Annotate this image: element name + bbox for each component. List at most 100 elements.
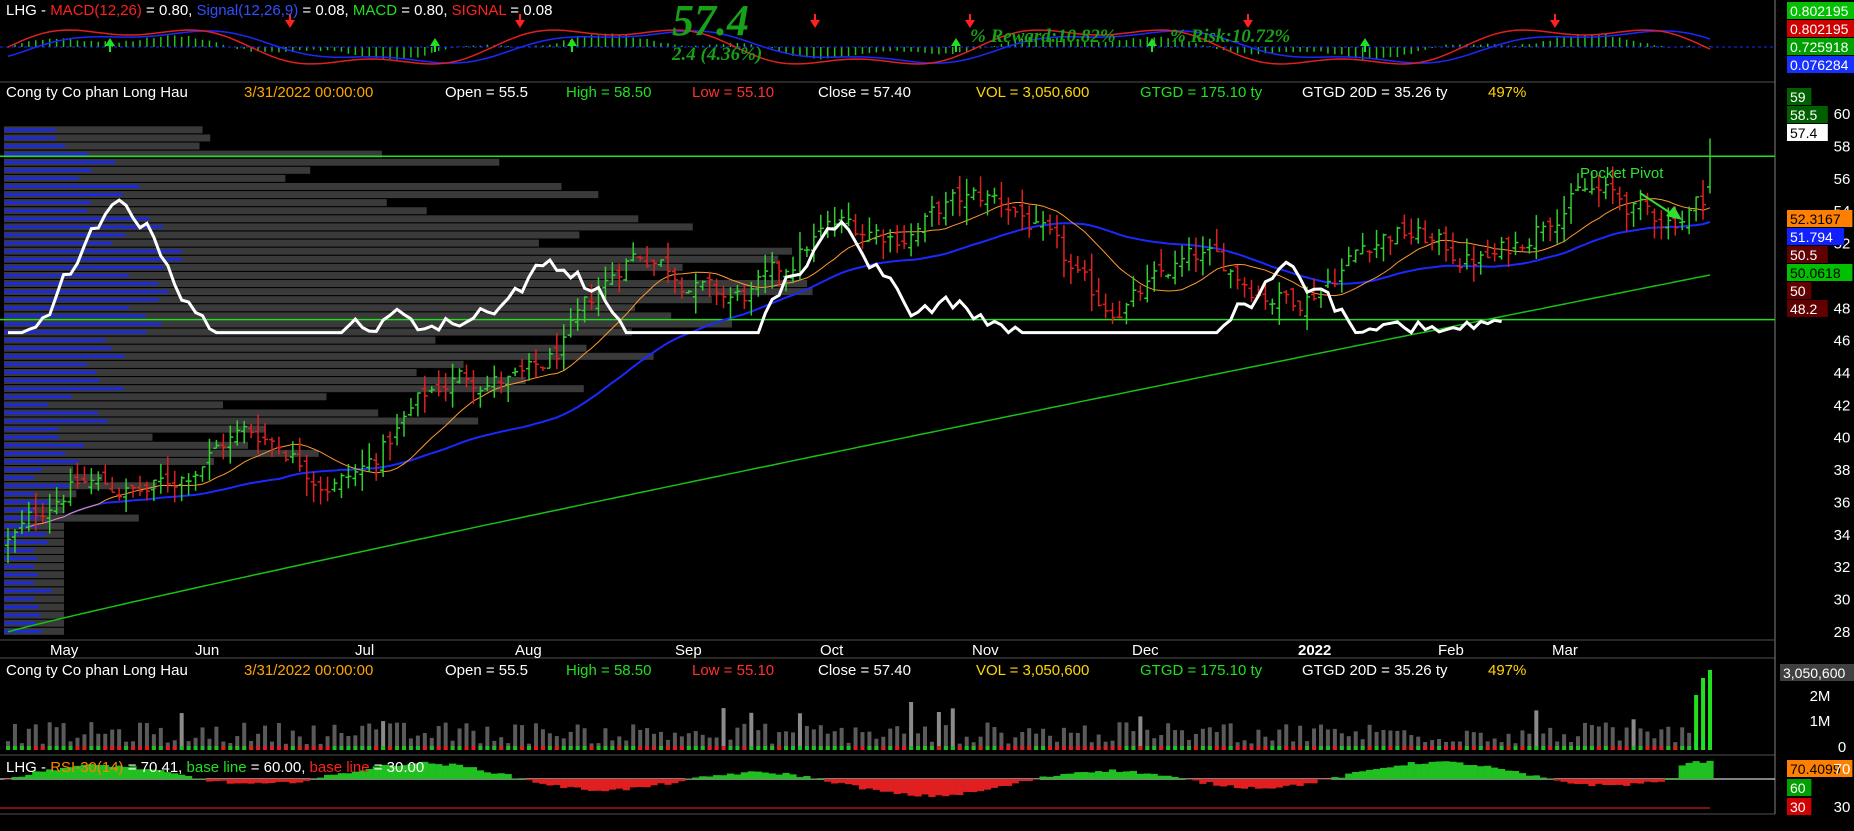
- volume-bar-base: [568, 746, 573, 750]
- rsi-area-segment: [1400, 765, 1408, 779]
- rsi-area-segment: [622, 779, 630, 791]
- rsi-area-segment: [455, 764, 464, 779]
- rsi-area-segment: [1463, 765, 1471, 779]
- rsi-area-segment: [11, 777, 19, 779]
- volume-bar-base: [652, 746, 657, 750]
- price-tick-label: 36: [1834, 494, 1851, 511]
- rsi-header-part: base line: [310, 759, 370, 776]
- volume-bar-base: [1513, 746, 1518, 750]
- month-label: Dec: [1132, 642, 1159, 659]
- volume-bar-base: [686, 746, 691, 750]
- volume-bar-base: [791, 746, 796, 750]
- volume-profile-blue-bar: [4, 282, 158, 286]
- macd-header-part: = 0.80,: [142, 2, 197, 19]
- volume-bar-base: [749, 746, 754, 750]
- volume-bar-base: [1332, 746, 1337, 750]
- rsi-area-segment: [650, 779, 658, 786]
- volume-bar-base: [1145, 746, 1150, 750]
- rsi-area-segment: [712, 775, 721, 779]
- volume-bar-base: [485, 746, 490, 750]
- volume-bar-base: [853, 746, 858, 750]
- rsi-area-segment: [1359, 771, 1367, 779]
- rsi-area-segment: [268, 779, 276, 783]
- rsi-area-segment: [1227, 779, 1235, 786]
- rsi-area-segment: [1074, 772, 1082, 779]
- rsi-area-segment: [1636, 779, 1645, 784]
- month-label: Aug: [515, 642, 542, 659]
- rsi-area-segment: [1449, 761, 1457, 779]
- macd-axis-label-text: 0.802195: [1790, 3, 1849, 19]
- volume-bar-base: [1569, 746, 1574, 750]
- rsi-area-segment: [747, 771, 755, 779]
- pocket-pivot-arrow: [1639, 192, 1673, 215]
- reward-watermark: % Reward:10.82%: [970, 26, 1116, 47]
- rsi-area-segment: [1629, 779, 1638, 784]
- rsi-area-segment: [261, 779, 269, 784]
- volume-bar: [395, 722, 400, 750]
- volume-profile-blue-bar: [4, 249, 182, 253]
- price-tick-label: 32: [1834, 559, 1851, 576]
- volume-bar-base: [110, 746, 115, 750]
- volume-bar-base: [1589, 746, 1594, 750]
- rsi-area-segment: [1477, 766, 1485, 779]
- volume-bar-base: [1506, 746, 1511, 750]
- month-label: Jul: [355, 642, 374, 659]
- volume-bar-base: [714, 746, 719, 750]
- volume-bar-base: [6, 746, 10, 750]
- rsi-area-segment: [1129, 770, 1138, 779]
- month-label: Jun: [195, 642, 219, 659]
- volume-bar-base: [388, 746, 393, 750]
- price-label-text: 52.3167: [1790, 211, 1841, 227]
- rsi-area-segment: [1108, 769, 1117, 779]
- volume-bar-base: [832, 746, 837, 750]
- volume-bar-base: [978, 746, 983, 750]
- rsi-area-segment: [796, 777, 804, 779]
- volume-bar-base: [610, 746, 615, 750]
- volume-bar-base: [943, 746, 948, 750]
- volume-bar-base: [1180, 746, 1185, 750]
- month-label: Feb: [1438, 642, 1464, 659]
- rsi-area-segment: [553, 779, 561, 785]
- price-tick-label: 44: [1834, 365, 1851, 382]
- info-field: High = 58.50: [566, 662, 651, 679]
- rsi-area-segment: [956, 779, 964, 796]
- rsi-area-segment: [233, 779, 241, 784]
- rsi-header-part: RSI-30(14): [50, 759, 123, 776]
- volume-bar-base: [874, 746, 879, 750]
- volume-bar-base: [784, 746, 789, 750]
- volume-bar-base: [381, 746, 386, 750]
- volume-bar-base: [964, 746, 969, 750]
- macd-buy-arrow: [430, 38, 440, 46]
- rsi-area-segment: [893, 779, 901, 795]
- rsi-area-segment: [810, 778, 818, 779]
- rsi-area-segment: [574, 779, 582, 788]
- rsi-area-segment: [879, 779, 887, 792]
- volume-profile-blue-bar: [4, 387, 124, 391]
- info-field: Low = 55.10: [692, 662, 774, 679]
- price-label-text: 48.2: [1790, 301, 1817, 317]
- volume-bar-base: [1520, 746, 1525, 750]
- rsi-area-segment: [1581, 779, 1589, 784]
- rsi-area-segment: [1421, 763, 1429, 779]
- volume-bar-base: [881, 746, 886, 750]
- volume-bar-base: [520, 746, 525, 750]
- volume-profile-blue-bar: [4, 168, 92, 172]
- rsi-area-segment: [900, 779, 908, 794]
- rsi-area-segment: [1234, 779, 1242, 789]
- rsi-area-segment: [1650, 779, 1659, 783]
- volume-profile-blue-bar: [4, 443, 85, 447]
- volume-bar-base: [985, 746, 990, 750]
- volume-bar-base: [1464, 746, 1469, 750]
- rsi-area-segment: [1122, 771, 1131, 779]
- volume-profile-blue-bar: [4, 290, 169, 294]
- rsi-area-segment: [532, 779, 540, 783]
- volume-profile-blue-bar: [4, 346, 112, 350]
- volume-bar-base: [1471, 746, 1476, 750]
- volume-bar-base: [1582, 746, 1587, 750]
- volume-bar-base: [693, 746, 698, 750]
- volume-bar-base: [1152, 746, 1157, 750]
- rsi-area-segment: [615, 779, 623, 789]
- macd-header-part: = 0.08: [506, 2, 552, 19]
- volume-bar-base: [68, 746, 73, 750]
- volume-bar-base: [672, 746, 677, 750]
